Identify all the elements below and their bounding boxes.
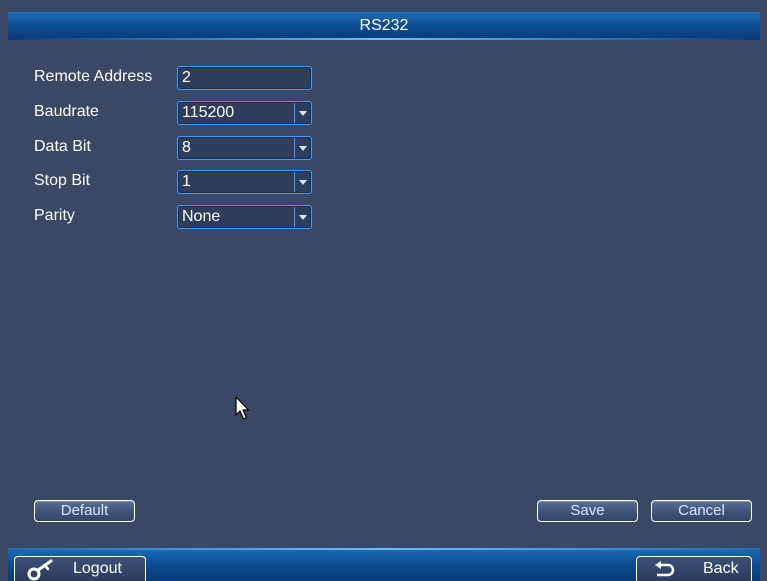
back-label: Back	[703, 560, 739, 577]
default-button[interactable]: Default	[34, 500, 135, 522]
chevron-down-icon[interactable]	[294, 103, 310, 123]
logout-label: Logout	[73, 560, 122, 577]
chevron-down-icon[interactable]	[294, 138, 310, 158]
chevron-down-icon[interactable]	[294, 172, 310, 192]
remote-address-input[interactable]: 2	[177, 66, 312, 90]
logout-button[interactable]: Logout	[14, 556, 146, 581]
stop-bit-select[interactable]: 1	[177, 170, 312, 194]
baudrate-select[interactable]: 115200	[177, 101, 312, 125]
stop-bit-label: Stop Bit	[34, 172, 91, 189]
rs232-dialog: RS232 Remote Address 2 Baudrate 115200 D…	[0, 0, 767, 581]
parity-select[interactable]: None	[177, 205, 312, 229]
data-bit-label: Data Bit	[34, 138, 91, 155]
window-title: RS232	[359, 17, 409, 34]
chevron-down-icon[interactable]	[294, 207, 310, 227]
title-bar: RS232	[8, 12, 760, 40]
mouse-pointer-icon	[235, 396, 250, 420]
back-button[interactable]: Back	[636, 556, 752, 581]
baudrate-label: Baudrate	[34, 103, 99, 120]
data-bit-select[interactable]: 8	[177, 136, 312, 160]
cancel-button[interactable]: Cancel	[651, 500, 752, 522]
remote-address-label: Remote Address	[34, 68, 153, 85]
save-button[interactable]: Save	[537, 500, 638, 522]
parity-label: Parity	[34, 207, 75, 224]
key-icon	[27, 559, 53, 581]
return-arrow-icon	[655, 561, 675, 577]
